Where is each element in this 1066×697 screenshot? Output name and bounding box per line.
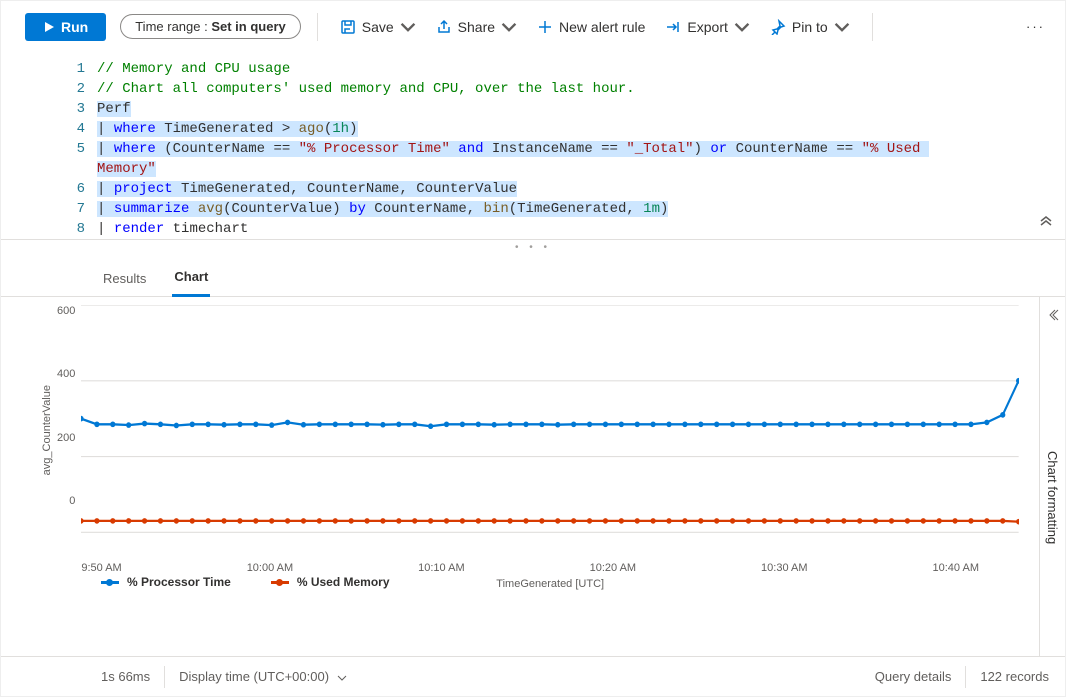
query-details-link[interactable]: Query details — [875, 669, 952, 684]
time-range-value: Set in query — [211, 19, 285, 34]
pin-icon — [770, 19, 786, 35]
save-label: Save — [362, 19, 394, 35]
tab-results[interactable]: Results — [101, 265, 148, 296]
save-button[interactable]: Save — [334, 15, 422, 39]
chart-formatting-panel-toggle[interactable]: Chart formatting — [1039, 297, 1065, 656]
separator — [872, 13, 873, 41]
chevron-down-icon — [734, 19, 750, 35]
new-alert-label: New alert rule — [559, 19, 645, 35]
chevron-left-icon — [1047, 309, 1059, 321]
export-label: Export — [687, 19, 727, 35]
expand-icon[interactable] — [1039, 216, 1053, 233]
toolbar: Run Time range : Set in query Save Share… — [1, 1, 1065, 53]
run-label: Run — [61, 19, 88, 35]
plus-icon — [537, 19, 553, 35]
share-icon — [436, 19, 452, 35]
chevron-down-icon — [834, 19, 850, 35]
time-range-label: Time range : — [135, 19, 211, 34]
display-time-button[interactable]: Display time (UTC+00:00) — [179, 669, 347, 684]
run-button[interactable]: Run — [25, 13, 106, 41]
chevron-down-icon — [400, 19, 416, 35]
result-tabs: Results Chart — [1, 255, 1065, 297]
side-panel-label: Chart formatting — [1045, 451, 1060, 544]
x-axis-label: TimeGenerated [UTC] — [81, 578, 1019, 590]
separator — [965, 666, 966, 688]
separator — [164, 666, 165, 688]
pin-button[interactable]: Pin to — [764, 15, 856, 39]
query-editor[interactable]: 12345678 // Memory and CPU usage// Chart… — [1, 53, 1065, 240]
share-button[interactable]: Share — [430, 15, 523, 39]
x-axis-ticks: 9:50 AM10:00 AM10:10 AM10:20 AM10:30 AM1… — [81, 558, 1019, 574]
chart-area: avg_CounterValue 6004002000 9:50 AM10:00… — [1, 297, 1039, 656]
status-bar: 1s 66ms Display time (UTC+00:00) Query d… — [1, 656, 1065, 696]
y-axis-label: avg_CounterValue — [41, 385, 53, 475]
y-axis-ticks: 6004002000 — [57, 305, 81, 535]
record-count: 122 records — [980, 669, 1049, 684]
chart-plot[interactable]: 9:50 AM10:00 AM10:10 AM10:20 AM10:30 AM1… — [81, 305, 1019, 555]
tab-chart[interactable]: Chart — [172, 263, 210, 297]
export-button[interactable]: Export — [659, 15, 755, 39]
share-label: Share — [458, 19, 495, 35]
resize-handle[interactable]: • • • — [1, 240, 1065, 255]
more-button[interactable]: ··· — [1018, 15, 1053, 38]
line-gutter: 12345678 — [1, 59, 97, 239]
pin-label: Pin to — [792, 19, 828, 35]
code-area[interactable]: // Memory and CPU usage// Chart all comp… — [97, 59, 1065, 239]
separator — [317, 13, 318, 41]
export-icon — [665, 19, 681, 35]
chevron-down-icon — [501, 19, 517, 35]
chevron-down-icon — [337, 673, 347, 683]
elapsed-time: 1s 66ms — [101, 669, 150, 684]
save-icon — [340, 19, 356, 35]
new-alert-button[interactable]: New alert rule — [531, 15, 651, 39]
time-range-pill[interactable]: Time range : Set in query — [120, 14, 301, 39]
